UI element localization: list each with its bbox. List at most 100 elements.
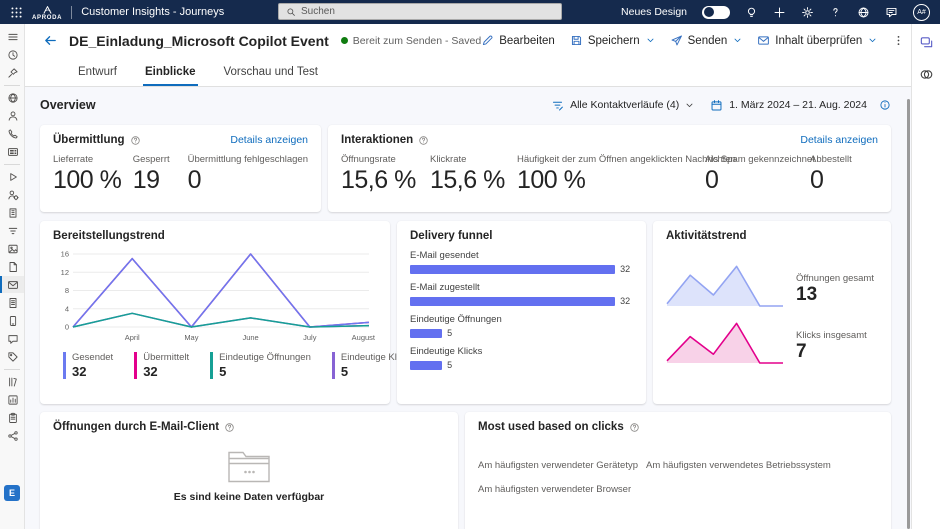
help-circle-icon[interactable] [224,422,235,433]
sidebar-item-analytics[interactable] [0,391,24,408]
help-circle-icon[interactable] [629,422,640,433]
details-link[interactable]: Details anzeigen [230,134,308,146]
help-icon[interactable] [829,6,842,19]
aktivitaetstrend-card: Aktivitätstrend Öffnungen gesamt 13 [653,221,891,404]
chevron-down-icon[interactable] [868,36,877,45]
environment-badge[interactable]: E [4,485,20,501]
gear-icon[interactable] [801,6,814,19]
details-link[interactable]: Details anzeigen [800,134,878,146]
app-title[interactable]: Customer Insights - Journeys [81,6,224,18]
tab-vorschau-und-test[interactable]: Vorschau und Test [222,59,320,86]
sidebar-item-contacts[interactable] [0,107,24,124]
email-client-card: Öffnungen durch E-Mail-Client [40,412,458,529]
sidebar-item-segments[interactable] [0,222,24,239]
legend-item[interactable]: Gesendet32 [63,352,113,379]
sidebar-item-engagement[interactable] [0,125,24,142]
most-used-card: Most used based on clicks Am häufigsten … [465,412,891,529]
sidebar-item-content[interactable] [0,143,24,160]
delivery-funnel-card: Delivery funnel E-Mail gesendet32E-Mail … [397,221,646,404]
sidebar-item-pinned[interactable] [0,64,24,81]
page-icon [7,297,19,309]
help-circle-icon[interactable] [418,135,429,146]
sidebar-item-push-notifications[interactable] [0,312,24,329]
date-range-picker[interactable]: 1. März 2024 – 21. Aug. 2024 [710,99,867,112]
back-button[interactable] [43,33,58,48]
more-commands-button[interactable] [892,34,905,47]
toggle-knob [704,7,714,17]
sidebar-item-menu[interactable] [0,28,24,45]
sidebar-item-journeys[interactable] [0,186,24,203]
menu-icon [7,31,19,43]
most-used-grid: Am häufigsten verwendeter Gerätetyp Am h… [478,460,878,495]
operating-system-label: Am häufigsten verwendetes Betriebssystem [646,460,878,471]
edit-button[interactable]: Bearbeiten [481,34,555,47]
clicks-total-label: Klicks insgesamt [796,330,874,341]
search-input[interactable] [301,6,554,17]
metric-spam: Als Spam gekennzeichnet 0 [705,154,810,195]
person-gear-icon [7,189,19,201]
legend-item[interactable]: Eindeutige Öffnungen5 [210,352,311,379]
teams-chat-icon[interactable] [919,35,934,50]
journey-filter-dropdown[interactable]: Alle Kontaktverläufe (4) [551,99,704,112]
send-button[interactable]: Senden [670,34,743,47]
funnel-value: 5 [447,328,452,338]
tab-entwurf[interactable]: Entwurf [76,59,119,86]
empty-folder-icon [226,446,272,484]
app-launcher-icon[interactable] [10,6,23,19]
copilot-icon[interactable] [919,67,934,82]
mail-check-icon [757,34,770,47]
funnel-value: 5 [447,360,452,370]
funnel-bar[interactable] [410,297,615,306]
journey-filter-value: Alle Kontaktverläufe (4) [570,99,679,111]
svg-text:16: 16 [61,250,69,259]
pencil-icon [481,34,494,47]
chevron-down-icon[interactable] [733,36,742,45]
rail-divider [4,164,20,165]
delivery-trend-chart: 0481216AprilMayJuneJulyAugust [53,247,377,343]
pin-icon [7,67,19,79]
sidebar-item-emails[interactable] [0,276,24,293]
metric-fehlgeschlagen: Übermittlung fehlgeschlagen 0 [188,154,308,195]
overview-filters: Alle Kontaktverläufe (4) 1. März 2024 – … [551,99,891,112]
info-icon[interactable] [879,99,891,111]
plus-icon[interactable] [773,6,786,19]
funnel-bar[interactable] [410,265,615,274]
lightbulb-icon[interactable] [745,6,758,19]
help-circle-icon[interactable] [130,135,141,146]
sidebar-item-text-messages[interactable] [0,330,24,347]
sidebar-item-accounts[interactable] [0,204,24,221]
interaktionen-card: Interaktionen Details anzeigen Öffnungsr… [328,125,891,212]
sidebar-item-documents[interactable] [0,258,24,275]
sidebar-item-recent[interactable] [0,46,24,63]
save-button[interactable]: Speichern [570,34,655,47]
new-design-toggle[interactable] [702,6,730,19]
sidebar-item-library[interactable] [0,373,24,390]
topbar-divider [71,6,72,19]
global-search[interactable] [278,3,562,20]
sidebar-item-pages[interactable] [0,294,24,311]
chevron-down-icon[interactable] [646,36,655,45]
sidebar-item-connections[interactable] [0,427,24,444]
avatar[interactable]: A# [913,4,930,21]
svg-text:August: August [352,333,376,342]
mobile-icon [7,315,19,327]
vertical-scrollbar[interactable] [907,99,910,529]
world-icon[interactable] [857,6,870,19]
sidebar-item-forms[interactable] [0,348,24,365]
opens-total-label: Öffnungen gesamt [796,273,874,284]
sidebar-item-get-started[interactable] [0,89,24,106]
tab-einblicke[interactable]: Einblicke [143,59,198,86]
chart-building-icon [7,394,19,406]
sidebar-item-assets[interactable] [0,240,24,257]
review-content-button[interactable]: Inhalt überprüfen [757,34,877,47]
books-icon [7,376,19,388]
funnel-bar[interactable] [410,361,442,370]
opens-total-value: 13 [796,284,874,306]
sidebar-item-triggers[interactable] [0,168,24,185]
browser-label: Am häufigsten verwendeter Browser [478,484,646,495]
brand-logo[interactable]: APRODA [32,5,62,21]
feedback-chat-icon[interactable] [885,6,898,19]
funnel-bar[interactable] [410,329,442,338]
sidebar-item-templates[interactable] [0,409,24,426]
legend-item[interactable]: Übermittelt32 [134,352,189,379]
